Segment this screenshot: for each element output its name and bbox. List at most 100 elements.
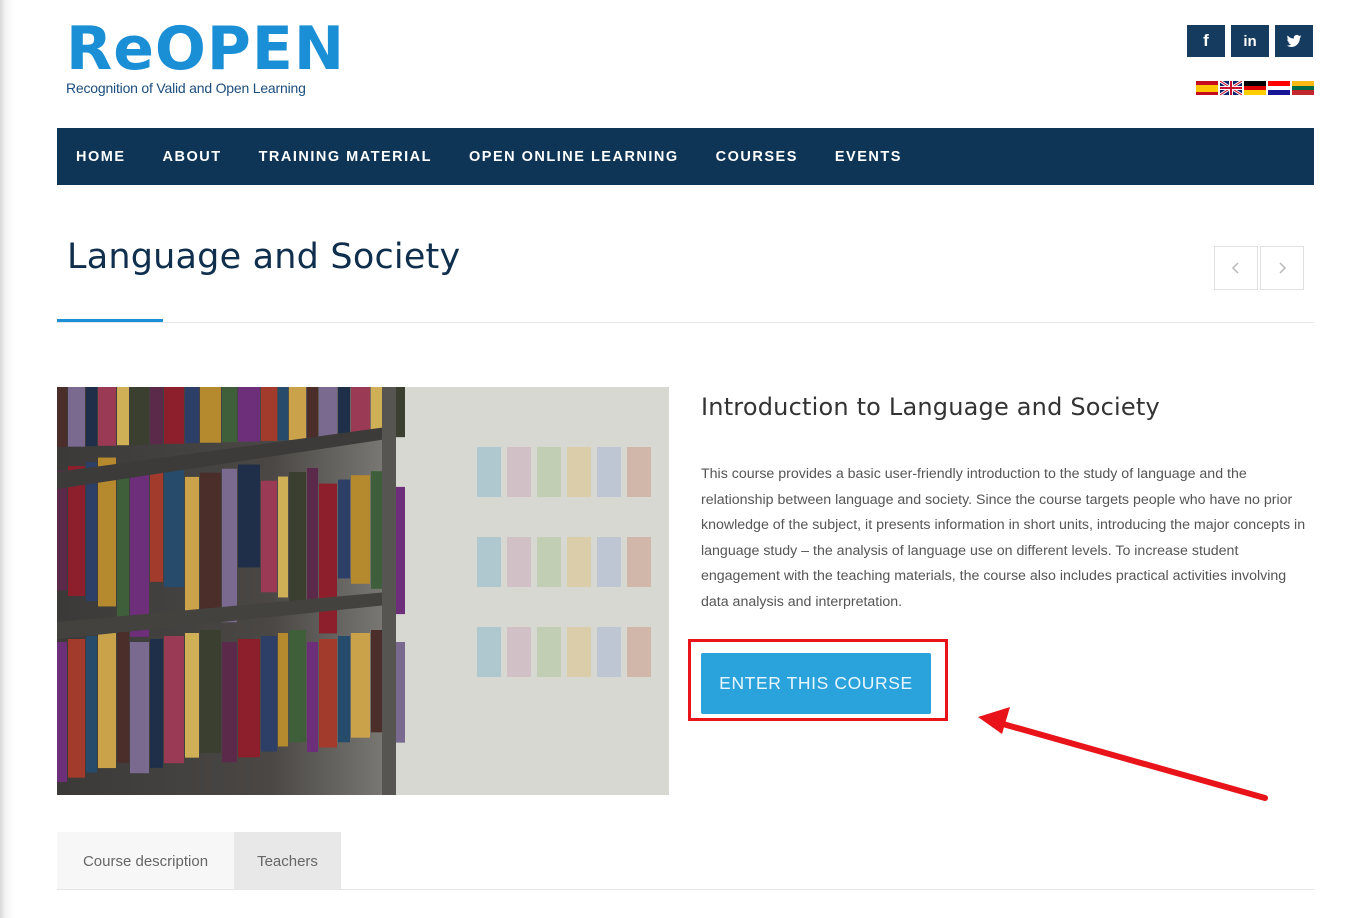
background-book — [477, 537, 501, 587]
book-spine — [185, 476, 199, 613]
twitter-bird-icon — [1286, 34, 1302, 47]
book-spine — [117, 387, 129, 446]
book-spine — [130, 387, 149, 445]
book-spine — [338, 636, 350, 743]
book-spine — [351, 475, 370, 584]
book-spine — [98, 387, 116, 446]
book-spine — [150, 465, 163, 582]
book-spine — [68, 387, 85, 447]
book-spine — [98, 633, 116, 769]
flag-croatian-icon[interactable] — [1268, 81, 1290, 95]
book-spine — [307, 468, 318, 608]
book-spine — [86, 636, 97, 773]
book-spine — [200, 630, 221, 753]
title-divider — [57, 322, 1314, 323]
book-spine — [319, 639, 337, 748]
twitter-button[interactable] — [1275, 25, 1313, 57]
flag-german-icon[interactable] — [1244, 81, 1266, 95]
nav-events[interactable]: EVENTS — [835, 149, 902, 165]
tab-course-description[interactable]: Course description — [57, 832, 234, 890]
bookshelf-illustration — [57, 387, 669, 795]
page-edge-shadow — [0, 0, 14, 918]
enter-course-button[interactable]: ENTER THIS COURSE — [701, 653, 931, 714]
book-spine — [278, 476, 288, 598]
logo-title: ReOPEN — [66, 14, 346, 84]
background-book — [567, 537, 591, 587]
book-spine — [86, 387, 97, 447]
nav-courses[interactable]: COURSES — [716, 149, 798, 165]
chevron-left-icon — [1231, 262, 1239, 274]
book-spine — [200, 387, 221, 443]
book-spine — [164, 636, 184, 764]
nav-home[interactable]: HOME — [76, 149, 126, 165]
logo-subtitle: Recognition of Valid and Open Learning — [66, 80, 306, 96]
book-spine — [238, 639, 260, 758]
book-spine — [319, 387, 337, 440]
background-book — [507, 447, 531, 497]
book-spine — [185, 633, 199, 758]
background-book — [507, 537, 531, 587]
book-spine — [338, 387, 350, 439]
main-nav: HOME ABOUT TRAINING MATERIAL OPEN ONLINE… — [57, 128, 1314, 185]
background-book — [627, 447, 651, 497]
book-spine — [307, 387, 318, 440]
book-spine — [130, 642, 149, 774]
flag-english-icon[interactable] — [1220, 81, 1242, 95]
social-links: f in — [1187, 25, 1313, 57]
background-book — [477, 447, 501, 497]
facebook-button[interactable]: f — [1187, 25, 1225, 57]
linkedin-button[interactable]: in — [1231, 25, 1269, 57]
book-spine — [130, 469, 149, 637]
book-spine — [261, 480, 277, 593]
background-book — [627, 537, 651, 587]
previous-course-button[interactable] — [1214, 246, 1258, 290]
background-book — [537, 627, 561, 677]
book-spine — [278, 633, 288, 747]
tabs-divider — [57, 889, 1314, 890]
background-book — [627, 627, 651, 677]
book-spine — [338, 479, 350, 579]
book-spine — [289, 472, 306, 603]
background-book — [597, 627, 621, 677]
course-description: This course provides a basic user-friend… — [701, 466, 1306, 610]
book-spine — [222, 387, 237, 443]
tab-teachers[interactable]: Teachers — [234, 832, 341, 890]
linkedin-icon: in — [1243, 32, 1257, 50]
book-spine — [150, 387, 163, 445]
next-course-button[interactable] — [1260, 246, 1304, 290]
book-spine — [289, 630, 306, 743]
book-spine — [222, 642, 237, 763]
title-accent-bar — [57, 319, 163, 322]
book-spine — [117, 630, 129, 763]
nav-open-online-learning[interactable]: OPEN ONLINE LEARNING — [469, 149, 679, 165]
shelf-upright — [382, 387, 396, 795]
language-flags — [1196, 81, 1314, 95]
course-title: Introduction to Language and Society — [701, 393, 1160, 421]
facebook-icon: f — [1203, 31, 1209, 50]
book-spine — [307, 642, 318, 752]
flag-spanish-icon[interactable] — [1196, 81, 1218, 95]
course-tabs: Course description Teachers — [57, 832, 341, 890]
book-spine — [57, 387, 67, 447]
book-spine — [185, 387, 199, 444]
book-spine — [200, 472, 221, 618]
book-spine — [278, 387, 288, 441]
nav-training-material[interactable]: TRAINING MATERIAL — [259, 149, 432, 165]
course-pager — [1214, 246, 1304, 290]
book-spine — [351, 633, 370, 738]
nav-about[interactable]: ABOUT — [163, 149, 222, 165]
chevron-right-icon — [1279, 262, 1287, 274]
background-book — [567, 627, 591, 677]
page-title: Language and Society — [67, 237, 461, 277]
background-book — [477, 627, 501, 677]
background-book — [537, 537, 561, 587]
background-book — [507, 627, 531, 677]
course-image — [57, 387, 669, 795]
book-spine — [261, 387, 277, 441]
flag-lithuanian-icon[interactable] — [1292, 81, 1314, 95]
book-spine — [57, 642, 67, 782]
background-book — [597, 447, 621, 497]
book-spine — [68, 639, 85, 778]
site-logo[interactable]: ReOPEN Recognition of Valid and Open Lea… — [66, 18, 345, 96]
background-book — [597, 537, 621, 587]
